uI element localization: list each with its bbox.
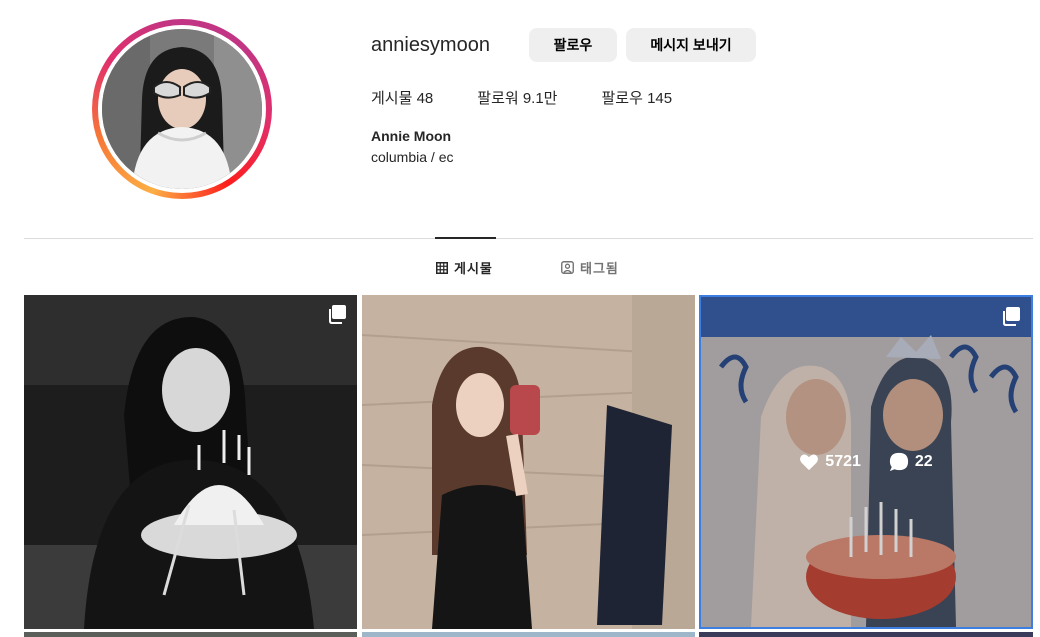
avatar-illustration <box>102 29 262 189</box>
tab-tagged[interactable]: 태그됨 <box>561 258 619 277</box>
profile-bio: columbia / ec <box>371 149 454 165</box>
post-image <box>24 295 357 629</box>
comment-icon <box>889 452 908 472</box>
tagged-icon <box>561 261 574 274</box>
post-tile[interactable] <box>362 632 695 637</box>
post-image <box>362 295 695 629</box>
post-tile[interactable] <box>24 632 357 637</box>
profile-full-name: Annie Moon <box>371 128 452 144</box>
follow-button[interactable]: 팔로우 <box>529 28 617 62</box>
likes-stat: 5721 <box>799 453 861 471</box>
post-tile[interactable] <box>699 632 1033 637</box>
profile-avatar-ring[interactable] <box>92 19 272 199</box>
following-count[interactable]: 팔로우 145 <box>602 87 673 108</box>
message-button[interactable]: 메시지 보내기 <box>626 28 756 62</box>
heart-icon <box>800 454 819 471</box>
hover-stats: 5721 22 <box>701 452 1031 472</box>
post-tile-hovered[interactable]: 5721 22 <box>699 295 1033 629</box>
comments-count: 22 <box>914 453 933 470</box>
profile-username: anniesymoon <box>371 34 490 56</box>
post-tile[interactable] <box>362 295 695 629</box>
followers-count[interactable]: 팔로워 9.1만 <box>477 87 557 108</box>
tab-tagged-label: 태그됨 <box>580 261 619 276</box>
tab-posts[interactable]: 게시물 <box>436 258 493 277</box>
profile-stats: 게시물 48 팔로워 9.1만 팔로우 145 <box>371 87 716 108</box>
avatar-frame <box>98 25 266 193</box>
multiple-images-icon <box>329 305 346 324</box>
multiple-images-icon <box>1003 307 1020 326</box>
likes-count: 5721 <box>825 453 861 470</box>
comments-stat: 22 <box>889 452 933 472</box>
avatar <box>102 29 262 189</box>
tabs-divider <box>24 238 1033 239</box>
post-tile[interactable] <box>24 295 357 629</box>
tab-posts-label: 게시물 <box>454 261 493 276</box>
active-tab-indicator <box>435 237 496 239</box>
posts-count: 게시물 48 <box>371 90 434 107</box>
grid-icon <box>436 261 448 274</box>
